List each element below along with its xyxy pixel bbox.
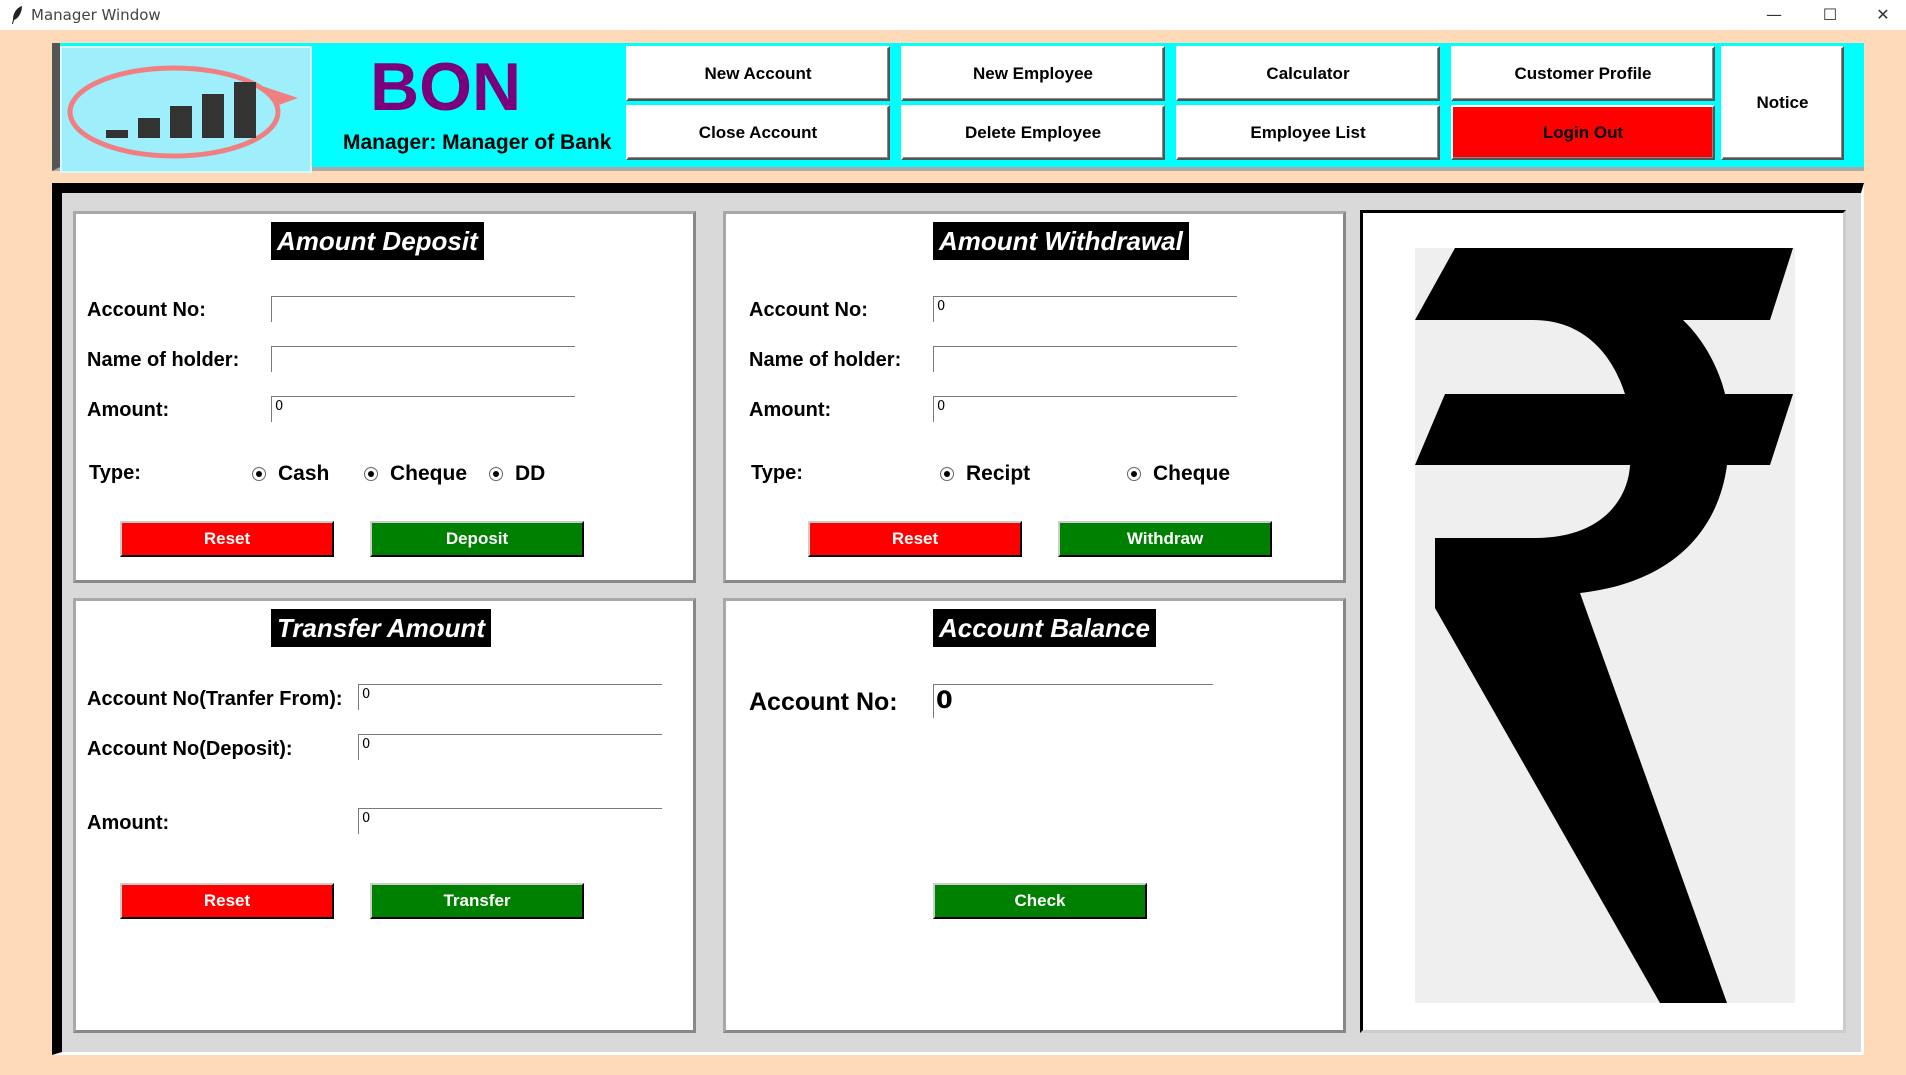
withdrawal-amount-input[interactable]: 0: [933, 396, 1237, 422]
deposit-amount-label: Amount:: [87, 399, 170, 421]
calculator-button[interactable]: Calculator: [1176, 46, 1440, 101]
withdrawal-reset-button[interactable]: Reset: [808, 521, 1022, 557]
withdrawal-account-no-label: Account No:: [749, 299, 868, 321]
radio-selected-icon: [252, 467, 266, 481]
withdrawal-type-label: Type:: [751, 462, 803, 484]
growth-chart-logo: [60, 46, 312, 173]
radio-selected-icon: [940, 467, 954, 481]
transfer-amount-input[interactable]: 0: [358, 808, 662, 834]
customer-profile-button[interactable]: Customer Profile: [1451, 46, 1715, 101]
withdrawal-type-recipt-radio[interactable]: Recipt: [940, 462, 1030, 486]
transfer-reset-button[interactable]: Reset: [120, 883, 334, 919]
manager-label: Manager: Manager of Bank: [343, 131, 612, 154]
deposit-type-cash-label: Cash: [278, 462, 330, 485]
deposit-reset-button[interactable]: Reset: [120, 521, 334, 557]
transfer-from-label: Account No(Tranfer From):: [87, 688, 343, 710]
growth-chart-logo-graphic: [67, 65, 298, 159]
login-out-button[interactable]: Login Out: [1451, 105, 1715, 160]
feather-icon: [12, 6, 22, 24]
balance-account-no-input[interactable]: 0: [933, 684, 1213, 718]
brand-name: BON: [370, 49, 522, 125]
deposit-submit-button[interactable]: Deposit: [370, 521, 584, 557]
transfer-submit-button[interactable]: Transfer: [370, 883, 584, 919]
deposit-type-cheque-label: Cheque: [390, 462, 468, 485]
deposit-holder-label: Name of holder:: [87, 349, 240, 371]
radio-selected-icon: [1127, 467, 1141, 481]
deposit-type-cheque-radio[interactable]: Cheque: [364, 462, 467, 486]
radio-selected-icon: [364, 467, 378, 481]
new-account-button[interactable]: New Account: [626, 46, 890, 101]
maximize-button[interactable]: ☐: [1800, 0, 1860, 30]
deposit-account-no-label: Account No:: [87, 299, 206, 321]
deposit-type-dd-radio[interactable]: DD: [489, 462, 545, 486]
transfer-from-input[interactable]: 0: [358, 684, 662, 710]
close-window-button[interactable]: ✕: [1853, 0, 1906, 30]
deposit-type-dd-label: DD: [515, 462, 546, 485]
transfer-title: Transfer Amount: [271, 609, 492, 647]
withdrawal-account-no-input[interactable]: 0: [933, 296, 1237, 322]
withdrawal-holder-input[interactable]: [933, 346, 1237, 372]
transfer-to-input[interactable]: 0: [358, 734, 662, 760]
withdrawal-type-recipt-label: Recipt: [966, 462, 1031, 485]
employee-list-button[interactable]: Employee List: [1176, 105, 1440, 160]
withdrawal-title: Amount Withdrawal: [933, 222, 1189, 260]
deposit-account-no-input[interactable]: [271, 296, 575, 322]
balance-account-no-label: Account No:: [749, 688, 898, 716]
window-title: Manager Window: [31, 6, 161, 24]
withdrawal-amount-label: Amount:: [749, 399, 832, 421]
delete-employee-button[interactable]: Delete Employee: [901, 105, 1165, 160]
window-title-bar: Manager Window — ☐ ✕: [0, 0, 1906, 30]
withdrawal-type-cheque-label: Cheque: [1153, 462, 1231, 485]
transfer-to-label: Account No(Deposit):: [87, 738, 293, 760]
close-account-button[interactable]: Close Account: [626, 105, 890, 160]
deposit-holder-input[interactable]: [271, 346, 575, 372]
new-employee-button[interactable]: New Employee: [901, 46, 1165, 101]
withdrawal-holder-label: Name of holder:: [749, 349, 902, 371]
withdrawal-submit-button[interactable]: Withdraw: [1058, 521, 1272, 557]
deposit-type-cash-radio[interactable]: Cash: [252, 462, 329, 486]
radio-selected-icon: [489, 467, 503, 481]
balance-panel: [723, 598, 1346, 1033]
deposit-title: Amount Deposit: [271, 222, 484, 260]
transfer-amount-label: Amount:: [87, 812, 170, 834]
withdrawal-type-cheque-radio[interactable]: Cheque: [1127, 462, 1230, 486]
currency-image-panel: [1360, 210, 1846, 1033]
balance-check-button[interactable]: Check: [933, 883, 1147, 919]
deposit-amount-input[interactable]: 0: [271, 396, 575, 422]
minimize-button[interactable]: —: [1744, 0, 1804, 30]
balance-title: Account Balance: [933, 609, 1156, 647]
rupee-symbol-icon: [1415, 248, 1795, 1003]
notice-button[interactable]: Notice: [1721, 46, 1844, 160]
deposit-type-label: Type:: [89, 462, 141, 484]
